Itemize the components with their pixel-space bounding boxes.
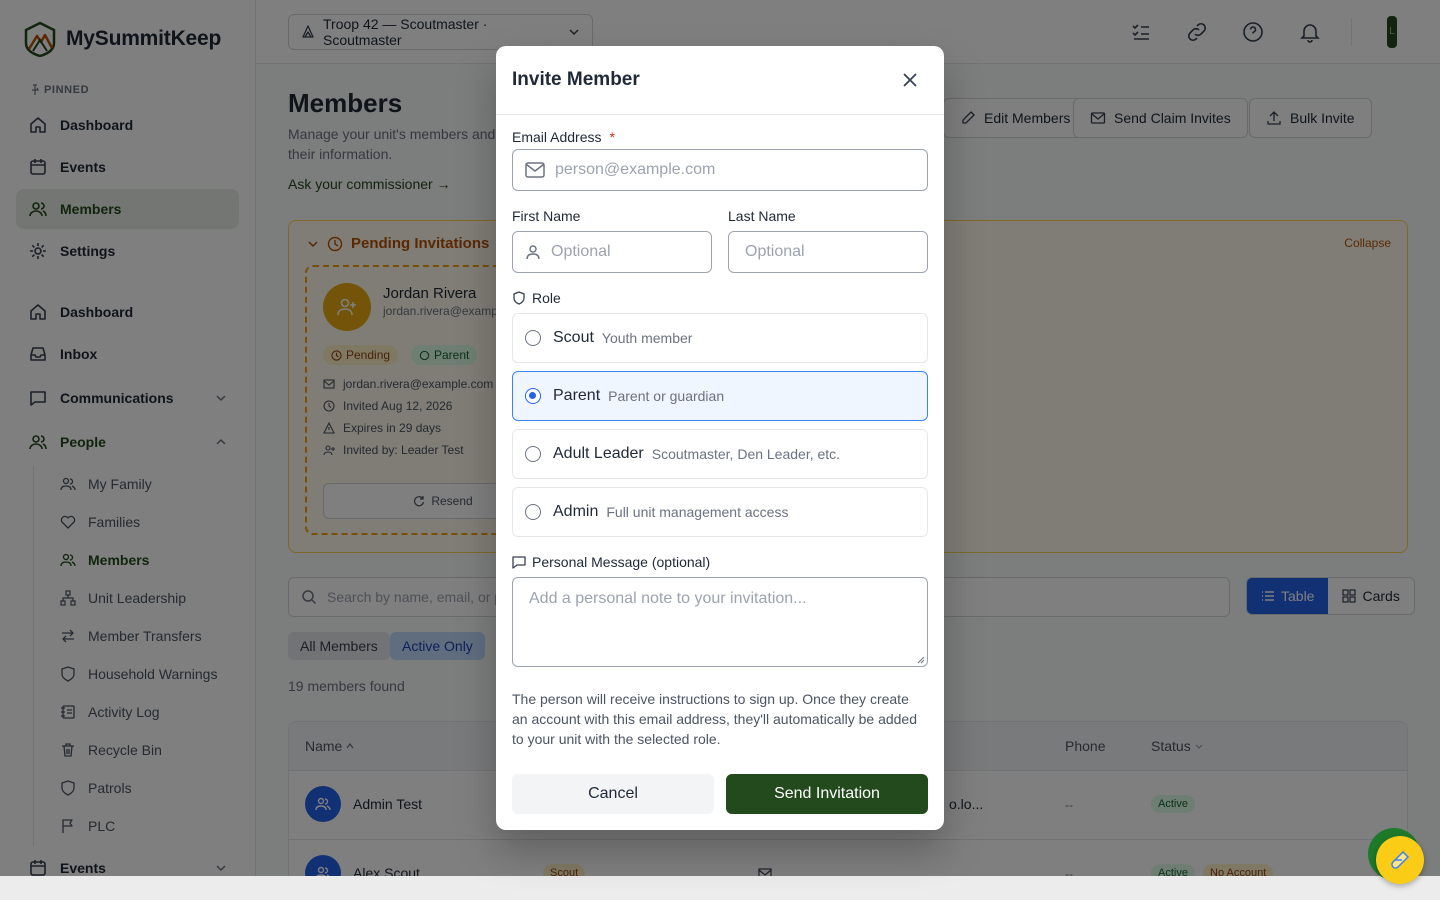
message-icon — [512, 556, 526, 569]
role-option-scout[interactable]: Scout Youth member — [512, 313, 928, 363]
first-name-field[interactable]: Optional — [512, 231, 712, 273]
role-description: Full unit management access — [606, 504, 789, 520]
test-tube-icon — [1391, 850, 1410, 869]
role-name: Adult Leader — [553, 445, 644, 462]
bottom-strip — [0, 876, 1440, 900]
mail-icon — [525, 162, 545, 178]
email-field[interactable]: person@example.com — [512, 149, 928, 191]
role-option-adult-leader[interactable]: Adult Leader Scoutmaster, Den Leader, et… — [512, 429, 928, 479]
email-label-text: Email Address — [512, 129, 602, 145]
invite-help-text: The person will receive instructions to … — [512, 691, 918, 747]
role-option-admin[interactable]: Admin Full unit management access — [512, 487, 928, 537]
role-name: Admin — [553, 503, 599, 520]
invite-member-dialog: Invite Member Email Address * person@exam… — [496, 46, 944, 830]
cancel-button[interactable]: Cancel — [512, 774, 714, 814]
last-name-field[interactable]: Optional — [728, 231, 928, 273]
dialog-header: Invite Member — [496, 46, 944, 115]
role-label: Role — [512, 290, 561, 306]
adult-leader-radio[interactable] — [525, 446, 541, 462]
last-name-placeholder: Optional — [745, 243, 805, 260]
role-description: Youth member — [601, 330, 693, 346]
resize-grip-icon[interactable] — [917, 656, 925, 664]
parent-radio[interactable] — [525, 388, 541, 404]
personal-message-textarea[interactable]: Add a personal note to your invitation..… — [512, 577, 928, 667]
role-name: Parent — [553, 387, 601, 404]
scout-radio[interactable] — [525, 330, 541, 346]
required-mark: * — [609, 129, 615, 145]
shield-icon — [513, 291, 525, 305]
send-invitation-button[interactable]: Send Invitation — [726, 774, 928, 814]
role-option-parent[interactable]: Parent Parent or guardian — [512, 371, 928, 421]
first-name-label: First Name — [512, 208, 581, 224]
test-tube-fab-button[interactable] — [1376, 836, 1424, 884]
personal-message-label-text: Personal Message (optional) — [532, 554, 711, 570]
personal-message-label: Personal Message (optional) — [512, 554, 710, 570]
role-name: Scout — [553, 329, 594, 346]
email-label: Email Address * — [512, 129, 615, 145]
close-icon — [903, 73, 917, 87]
dialog-title: Invite Member — [512, 69, 640, 90]
personal-message-placeholder: Add a personal note to your invitation..… — [529, 590, 807, 607]
role-description: Scoutmaster, Den Leader, etc. — [651, 446, 841, 462]
last-name-label: Last Name — [728, 208, 796, 224]
role-label-text: Role — [532, 290, 561, 306]
admin-radio[interactable] — [525, 504, 541, 520]
email-placeholder: person@example.com — [555, 161, 716, 178]
user-icon — [526, 245, 540, 260]
role-description: Parent or guardian — [608, 388, 725, 404]
first-name-placeholder: Optional — [551, 243, 611, 260]
close-button[interactable] — [900, 70, 920, 90]
